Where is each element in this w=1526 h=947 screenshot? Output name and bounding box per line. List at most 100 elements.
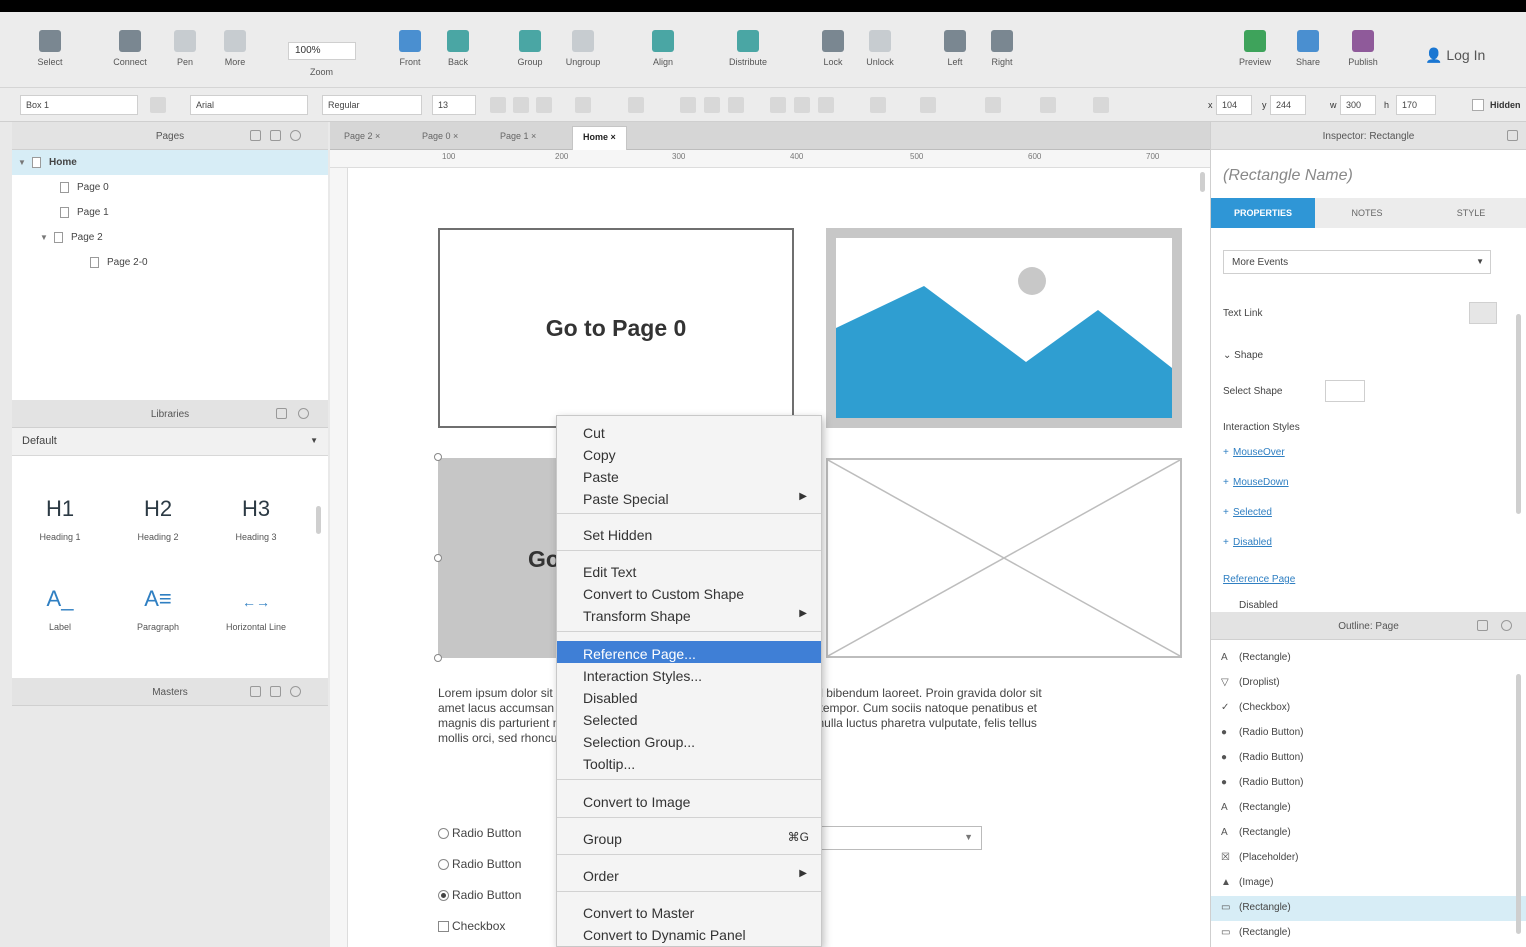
right-panel-toggle[interactable]: Right	[972, 30, 1032, 67]
menu-item-group[interactable]: Group ⌘G	[557, 826, 821, 848]
more-tools-button[interactable]: More	[205, 30, 265, 67]
add-folder-icon[interactable]	[270, 686, 281, 697]
align-center-icon[interactable]	[704, 97, 720, 113]
filter-icon[interactable]	[1477, 620, 1488, 631]
italic-icon[interactable]	[513, 97, 529, 113]
reference-page-link[interactable]: Reference Page	[1223, 574, 1295, 585]
widget-label[interactable]: A_ Label	[12, 586, 108, 632]
canvas-scrollbar[interactable]	[1200, 172, 1205, 192]
hidden-checkbox[interactable]	[1472, 99, 1484, 111]
font-weight-select[interactable]: Regular	[322, 95, 422, 115]
menu-item-copy[interactable]: Copy	[557, 442, 821, 464]
style-mouseover-link[interactable]: + MouseOver	[1223, 447, 1285, 458]
valign-top-icon[interactable]	[770, 97, 786, 113]
resize-handle[interactable]	[434, 453, 442, 461]
unlock-button[interactable]: Unlock	[850, 30, 910, 67]
arrow-style-icon[interactable]	[1093, 97, 1109, 113]
bold-icon[interactable]	[490, 97, 506, 113]
tab-properties[interactable]: PROPERTIES	[1211, 198, 1315, 228]
font-select[interactable]: Arial	[190, 95, 308, 115]
more-events-select[interactable]: More Events ▼	[1223, 250, 1491, 274]
group-button[interactable]: Group	[500, 30, 560, 67]
resize-handle[interactable]	[434, 654, 442, 662]
radio-button-1[interactable]: Radio Button	[438, 826, 521, 840]
search-icon[interactable]	[290, 686, 301, 697]
widget-horizontal-line[interactable]: ←→ Horizontal Line	[208, 586, 304, 632]
menu-item-transform-shape[interactable]: Transform Shape ▶	[557, 603, 821, 625]
publish-button[interactable]: Publish	[1333, 30, 1393, 67]
menu-item-set-hidden[interactable]: Set Hidden	[557, 522, 821, 544]
menu-item-selected[interactable]: Selected	[557, 707, 821, 729]
style-selected-link[interactable]: + Selected	[1223, 507, 1272, 518]
chevron-down-icon[interactable]: ▼	[18, 158, 28, 167]
tab-page-1[interactable]: Page 1 ×	[490, 126, 546, 150]
zoom-select[interactable]: 100%	[288, 42, 356, 60]
outline-item-selected[interactable]: ▭ (Rectangle)	[1211, 896, 1526, 921]
search-icon[interactable]	[1501, 620, 1512, 631]
ungroup-button[interactable]: Ungroup	[553, 30, 613, 67]
fill-color-icon[interactable]	[870, 97, 886, 113]
menu-item-cut[interactable]: Cut	[557, 420, 821, 442]
width-field[interactable]: 300	[1340, 95, 1376, 115]
page-item-page-1[interactable]: Page 1	[12, 200, 328, 225]
inspector-scrollbar[interactable]	[1516, 314, 1521, 514]
library-select[interactable]: Default ▼	[12, 428, 328, 456]
border-style-icon[interactable]	[1040, 97, 1056, 113]
outline-item[interactable]: ▭ (Rectangle)	[1211, 921, 1526, 946]
disabled-checkbox-label[interactable]: Disabled	[1239, 600, 1278, 611]
outline-item[interactable]: ● (Radio Button)	[1211, 771, 1526, 796]
send-back-button[interactable]: Back	[428, 30, 488, 67]
add-folder-icon[interactable]	[270, 130, 281, 141]
tab-page-2[interactable]: Page 2 ×	[334, 126, 390, 150]
search-icon[interactable]	[290, 130, 301, 141]
outline-item[interactable]: ● (Radio Button)	[1211, 746, 1526, 771]
menu-item-disabled[interactable]: Disabled	[557, 685, 821, 707]
menu-item-paste-special[interactable]: Paste Special ▶	[557, 486, 821, 508]
search-icon[interactable]	[298, 408, 309, 419]
resize-handle[interactable]	[434, 554, 442, 562]
menu-item-convert-dynamic-panel[interactable]: Convert to Dynamic Panel	[557, 922, 821, 944]
close-icon[interactable]: ×	[375, 131, 380, 141]
connect-tool-button[interactable]: Connect	[100, 30, 160, 67]
add-master-icon[interactable]	[250, 686, 261, 697]
align-button[interactable]: Align	[633, 30, 693, 67]
style-mousedown-link[interactable]: + MouseDown	[1223, 477, 1289, 488]
menu-item-convert-image[interactable]: Convert to Image	[557, 789, 821, 811]
menu-item-interaction-styles[interactable]: Interaction Styles...	[557, 663, 821, 685]
chevron-down-icon[interactable]: ▼	[40, 233, 50, 242]
widget-heading-2[interactable]: H2 Heading 2	[110, 496, 206, 542]
border-width-icon[interactable]	[985, 97, 1001, 113]
page-item-page-0[interactable]: Page 0	[12, 175, 328, 200]
widget-name-input[interactable]: (Rectangle Name)	[1223, 167, 1353, 185]
tab-page-0[interactable]: Page 0 ×	[412, 126, 468, 150]
align-right-icon[interactable]	[728, 97, 744, 113]
share-button[interactable]: Share	[1278, 30, 1338, 67]
outline-item[interactable]: A (Rectangle)	[1211, 646, 1526, 671]
text-link-button[interactable]	[1469, 302, 1497, 324]
x-field[interactable]: 104	[1216, 95, 1252, 115]
border-color-icon[interactable]	[920, 97, 936, 113]
close-icon[interactable]: ×	[611, 132, 616, 142]
library-menu-icon[interactable]	[276, 408, 287, 419]
y-field[interactable]: 244	[1270, 95, 1306, 115]
select-tool-button[interactable]: Select	[20, 30, 80, 67]
menu-item-reference-page[interactable]: Reference Page...	[557, 641, 821, 663]
page-item-page-2[interactable]: ▼ Page 2	[12, 225, 328, 250]
distribute-button[interactable]: Distribute	[718, 30, 778, 67]
underline-icon[interactable]	[536, 97, 552, 113]
font-size-select[interactable]: 13	[432, 95, 476, 115]
close-icon[interactable]: ×	[453, 131, 458, 141]
menu-item-convert-custom-shape[interactable]: Convert to Custom Shape	[557, 581, 821, 603]
tab-style[interactable]: STYLE	[1419, 198, 1523, 228]
menu-item-edit-text[interactable]: Edit Text	[557, 559, 821, 581]
outline-item[interactable]: A (Rectangle)	[1211, 821, 1526, 846]
outline-item[interactable]: ☒ (Placeholder)	[1211, 846, 1526, 871]
select-shape-dropdown[interactable]	[1325, 380, 1365, 402]
style-edit-icon[interactable]	[150, 97, 166, 113]
bullet-list-icon[interactable]	[628, 97, 644, 113]
outline-item[interactable]: A (Rectangle)	[1211, 796, 1526, 821]
valign-bottom-icon[interactable]	[818, 97, 834, 113]
valign-middle-icon[interactable]	[794, 97, 810, 113]
shape-section[interactable]: ⌄ Shape	[1223, 350, 1263, 361]
page-item-page-2-0[interactable]: Page 2-0	[12, 250, 328, 275]
